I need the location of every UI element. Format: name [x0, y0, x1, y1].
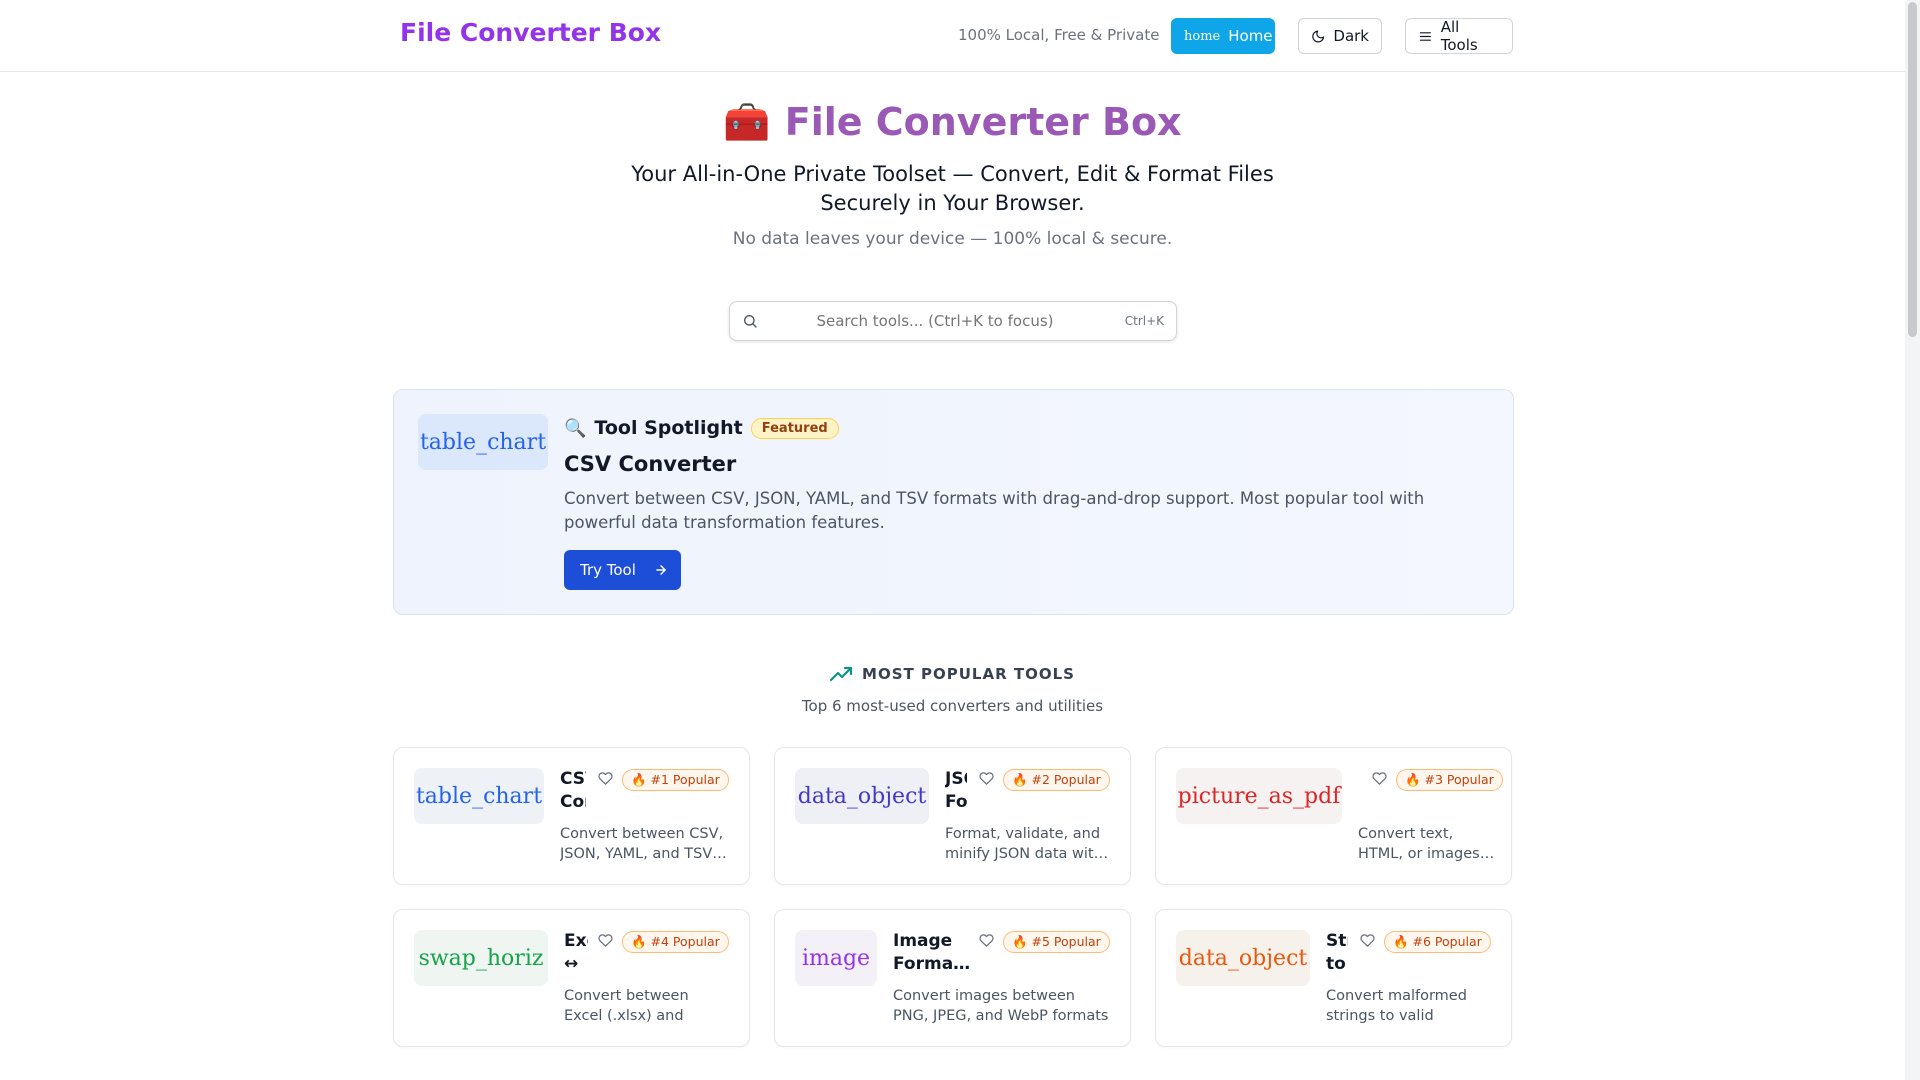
favorite-heart-icon[interactable]: [979, 771, 994, 790]
favorite-heart-icon[interactable]: [1372, 771, 1387, 790]
swap-horiz-icon: swap_horiz: [414, 930, 548, 986]
favorite-heart-icon[interactable]: [979, 933, 994, 952]
popular-tools-heading: MOST POPULAR TOOLS: [0, 665, 1905, 683]
home-button[interactable]: home Home: [1171, 18, 1275, 54]
tool-card-description: Convert between Excel (.xlsx) and CSV…: [564, 988, 689, 1024]
popular-tool-card[interactable]: image Image Forma… 🔥 #5 Popular Convert ima…: [774, 909, 1131, 1047]
hero-subtitle: Your All-in-One Private Toolset — Conver…: [631, 162, 1274, 215]
scrollbar-thumb[interactable]: [1908, 2, 1917, 337]
tool-card-title: String to JSON: [1326, 931, 1348, 974]
popular-tools-heading-text: MOST POPULAR TOOLS: [862, 665, 1075, 683]
tool-card-title: Image Forma…: [893, 931, 971, 974]
popular-rank-badge: 🔥 #1 Popular: [622, 769, 729, 791]
dark-mode-label: Dark: [1333, 27, 1369, 45]
search-icon: [744, 315, 757, 328]
dark-mode-button[interactable]: Dark: [1298, 18, 1382, 54]
table-chart-icon: table_chart: [414, 768, 544, 824]
home-button-label: Home: [1228, 27, 1273, 45]
try-tool-button[interactable]: Try Tool: [564, 550, 681, 590]
tool-card-description: Convert malformed strings to valid JSON.…: [1326, 988, 1467, 1024]
favorite-heart-icon[interactable]: [598, 933, 613, 952]
search-shortcut-hint: Ctrl+K: [1124, 314, 1164, 328]
tool-card-description: Convert images between PNG, JPEG, and We…: [893, 988, 1109, 1024]
tool-card-title: Excel ↔ CSV: [564, 931, 588, 974]
top-header: File Converter Box 100% Local, Free & Pr…: [0, 0, 1905, 72]
spotlight-heading-text: Tool Spotlight: [594, 417, 743, 439]
image-icon: image: [795, 930, 877, 986]
tool-card-description: Format, validate, and minify JSON data w…: [945, 826, 1109, 862]
popular-tool-card[interactable]: table_chart CSV Converter 🔥 #1 Popular Conv…: [393, 747, 750, 885]
table-chart-icon: table_chart: [418, 414, 548, 470]
featured-badge: Featured: [750, 417, 839, 439]
brand-logo[interactable]: File Converter Box: [400, 18, 661, 47]
data-object-icon: data_object: [795, 768, 929, 824]
menu-icon: [1419, 31, 1431, 41]
moon-icon: [1312, 30, 1325, 42]
tool-card-description: Convert text, HTML, or images…: [1358, 826, 1495, 862]
home-icon: home: [1184, 28, 1221, 44]
arrow-right-icon: [656, 565, 666, 575]
spotlight-heading: 🔍 Tool Spotlight Featured: [564, 417, 839, 439]
popular-rank-badge: 🔥 #4 Popular: [622, 931, 729, 953]
tool-card-description: Convert between CSV, JSON, YAML, and TSV…: [560, 826, 727, 862]
header-tagline: 100% Local, Free & Private: [958, 26, 1160, 44]
toolbox-icon: 🧰: [723, 100, 771, 144]
favorite-heart-icon[interactable]: [598, 771, 613, 790]
popular-rank-badge: 🔥 #2 Popular: [1003, 769, 1110, 791]
try-tool-label: Try Tool: [580, 561, 636, 579]
popular-tool-card[interactable]: data_object String to JSON 🔥 #6 Popular Con…: [1155, 909, 1512, 1047]
magnifier-icon: 🔍: [564, 417, 587, 439]
tool-card-title: CSV Converter: [560, 769, 586, 812]
tool-spotlight-card: table_chart 🔍 Tool Spotlight Featured CS…: [393, 389, 1514, 615]
popular-tool-card[interactable]: swap_horiz Excel ↔ CSV 🔥 #4 Popular Convert…: [393, 909, 750, 1047]
search-box[interactable]: Ctrl+K: [729, 301, 1177, 341]
tool-card-title: JSON Formatter: [945, 769, 967, 812]
search-input[interactable]: [770, 308, 1100, 334]
popular-tool-card[interactable]: data_object JSON Formatter 🔥 #2 Popular For…: [774, 747, 1131, 885]
popular-rank-badge: 🔥 #3 Popular: [1396, 769, 1503, 791]
popular-rank-badge: 🔥 #5 Popular: [1003, 931, 1110, 953]
trending-up-icon: [830, 666, 853, 682]
page-scrollbar[interactable]: [1905, 0, 1920, 1080]
popular-rank-badge: 🔥 #6 Popular: [1384, 931, 1491, 953]
data-object-icon: data_object: [1176, 930, 1310, 986]
picture-as-pdf-icon: picture_as_pdf: [1176, 768, 1342, 824]
popular-tools-subheading: Top 6 most-used converters and utilities: [801, 697, 1104, 715]
all-tools-label: All Tools: [1440, 18, 1478, 54]
hero-note: No data leaves your device — 100% local …: [732, 229, 1173, 249]
hero-title: 🧰 File Converter Box: [0, 100, 1905, 145]
popular-tool-card[interactable]: picture_as_pdf 🔥 #3 Popular Convert text, …: [1155, 747, 1512, 885]
favorite-heart-icon[interactable]: [1360, 933, 1375, 952]
hero-title-text: File Converter Box: [784, 100, 1182, 144]
all-tools-button[interactable]: All Tools: [1405, 18, 1513, 54]
spotlight-tool-name: CSV Converter: [564, 452, 737, 476]
spotlight-description: Convert between CSV, JSON, YAML, and TSV…: [564, 489, 1425, 532]
